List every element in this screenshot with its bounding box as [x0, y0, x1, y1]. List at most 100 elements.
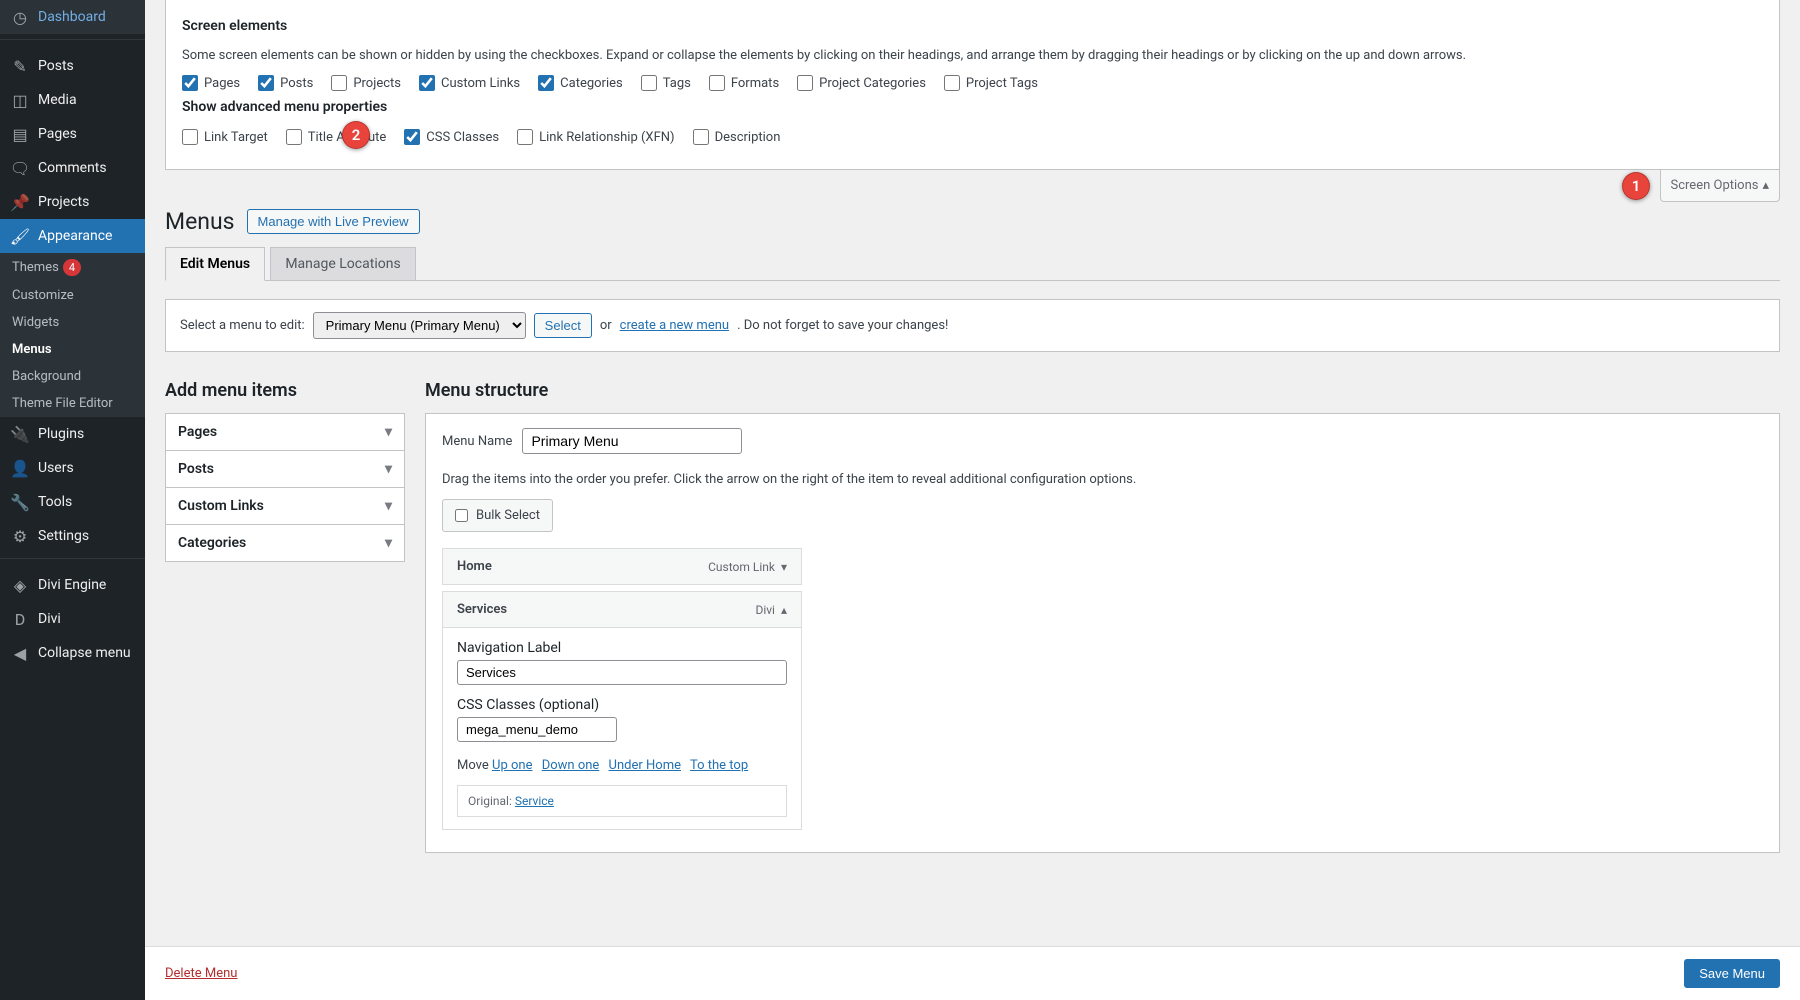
checkbox-css-classes[interactable]: CSS Classes [404, 129, 499, 145]
sidebar-item-projects[interactable]: 📌Projects [0, 185, 145, 219]
menu-select-dropdown[interactable]: Primary Menu (Primary Menu) [313, 312, 526, 339]
sidebar-item-pages[interactable]: ▤Pages [0, 117, 145, 151]
advanced-properties-checkboxes: 2 Link TargetTitle AttributeCSS ClassesL… [182, 129, 1763, 145]
sidebar-item-appearance[interactable]: 🖌Appearance [0, 219, 145, 253]
create-suffix-text: . Do not forget to save your changes! [737, 318, 948, 333]
submenu-background[interactable]: Background [0, 363, 145, 390]
sidebar-item-divi-engine[interactable]: ◈Divi Engine [0, 568, 145, 602]
move-to-top-link[interactable]: To the top [690, 758, 748, 773]
checkbox-input[interactable] [517, 129, 533, 145]
checkbox-input[interactable] [331, 75, 347, 91]
sidebar-item-media[interactable]: ◫Media [0, 83, 145, 117]
checkbox-description[interactable]: Description [693, 129, 781, 145]
sidebar-item-settings[interactable]: ⚙Settings [0, 519, 145, 553]
menu-item-services[interactable]: Services Divi▴ Navigation Label CSS Clas… [442, 591, 802, 830]
screen-elements-description: Some screen elements can be shown or hid… [182, 48, 1763, 63]
accordion-head[interactable]: Custom Links▾ [166, 488, 404, 524]
sidebar-item-comments[interactable]: 🗨Comments [0, 151, 145, 185]
submenu-customize[interactable]: Customize [0, 282, 145, 309]
checkbox-input[interactable] [944, 75, 960, 91]
sidebar-item-dashboard[interactable]: ◷Dashboard [0, 0, 145, 34]
tab-manage-locations[interactable]: Manage Locations [270, 247, 415, 280]
create-new-menu-link[interactable]: create a new menu [620, 318, 729, 333]
submenu-theme-file-editor[interactable]: Theme File Editor [0, 390, 145, 417]
checkbox-label: Posts [280, 76, 313, 91]
submenu-menus[interactable]: Menus [0, 336, 145, 363]
sidebar-item-posts[interactable]: ✎Posts [0, 49, 145, 83]
checkbox-input[interactable] [182, 129, 198, 145]
move-down-one-link[interactable]: Down one [542, 758, 600, 773]
checkbox-input[interactable] [797, 75, 813, 91]
checkbox-input[interactable] [641, 75, 657, 91]
sidebar-item-collapse[interactable]: ◀Collapse menu [0, 636, 145, 670]
submenu-themes[interactable]: Themes4 [0, 253, 145, 282]
accordion-head[interactable]: Posts▾ [166, 451, 404, 487]
menu-item-head[interactable]: Services Divi▴ [443, 592, 801, 627]
accordion-posts[interactable]: Posts▾ [165, 450, 405, 488]
nav-tabs: Edit Menus Manage Locations [165, 247, 1780, 281]
navigation-label-label: Navigation Label [457, 640, 787, 656]
checkbox-categories[interactable]: Categories [538, 75, 623, 91]
checkbox-label: Custom Links [441, 76, 520, 91]
accordion-head[interactable]: Categories▾ [166, 525, 404, 561]
menu-item-home[interactable]: Home Custom Link▾ [442, 548, 802, 585]
sidebar-item-users[interactable]: 👤Users [0, 451, 145, 485]
checkbox-formats[interactable]: Formats [709, 75, 779, 91]
delete-menu-link[interactable]: Delete Menu [165, 966, 237, 981]
accordion-pages[interactable]: Pages▾ [165, 413, 405, 451]
sidebar-separator [0, 39, 145, 44]
checkbox-input[interactable] [709, 75, 725, 91]
sidebar-item-plugins[interactable]: 🔌Plugins [0, 417, 145, 451]
css-classes-input[interactable] [457, 717, 617, 742]
sidebar-item-tools[interactable]: 🔧Tools [0, 485, 145, 519]
navigation-label-input[interactable] [457, 660, 787, 685]
menu-name-input[interactable] [522, 428, 742, 454]
accordion-categories[interactable]: Categories▾ [165, 524, 405, 562]
move-up-one-link[interactable]: Up one [492, 758, 532, 773]
move-row: Move Up one Down one Under Home To the t… [457, 758, 787, 773]
checkbox-input[interactable] [538, 75, 554, 91]
menu-name-label: Menu Name [442, 434, 512, 449]
accordion-head[interactable]: Pages▾ [166, 414, 404, 450]
sidebar-item-divi[interactable]: DDivi [0, 602, 145, 636]
sidebar-item-label: Users [38, 460, 74, 476]
checkbox-input[interactable] [404, 129, 420, 145]
checkbox-link-relationship-xfn-[interactable]: Link Relationship (XFN) [517, 129, 674, 145]
checkbox-label: Tags [663, 76, 691, 91]
checkbox-title-attribute[interactable]: Title Attribute [286, 129, 387, 145]
advanced-properties-heading: Show advanced menu properties [182, 99, 1763, 115]
page-title-row: Menus Manage with Live Preview [165, 208, 1780, 235]
checkbox-link-target[interactable]: Link Target [182, 129, 268, 145]
save-menu-button[interactable]: Save Menu [1684, 959, 1780, 988]
checkbox-projects[interactable]: Projects [331, 75, 401, 91]
checkbox-input[interactable] [286, 129, 302, 145]
bulk-select-checkbox[interactable] [455, 509, 468, 522]
select-button[interactable]: Select [534, 313, 592, 338]
tab-edit-menus[interactable]: Edit Menus [165, 247, 265, 281]
checkbox-label: Link Target [204, 130, 268, 145]
sidebar-item-label: Pages [38, 126, 77, 142]
manage-live-preview-button[interactable]: Manage with Live Preview [247, 209, 420, 234]
menu-columns: Add menu items Pages▾Posts▾Custom Links▾… [165, 380, 1780, 853]
checkbox-label: Pages [204, 76, 240, 91]
checkbox-input[interactable] [419, 75, 435, 91]
submenu-widgets[interactable]: Widgets [0, 309, 145, 336]
checkbox-label: Project Tags [966, 76, 1038, 91]
checkbox-pages[interactable]: Pages [182, 75, 240, 91]
checkbox-posts[interactable]: Posts [258, 75, 313, 91]
sidebar-item-label: Divi [38, 611, 61, 627]
checkbox-custom-links[interactable]: Custom Links [419, 75, 520, 91]
checkbox-project-categories[interactable]: Project Categories [797, 75, 926, 91]
original-link[interactable]: Service [515, 794, 554, 808]
screen-options-toggle[interactable]: Screen Options ▴ [1660, 170, 1781, 202]
accordion-custom-links[interactable]: Custom Links▾ [165, 487, 405, 525]
menu-item-head[interactable]: Home Custom Link▾ [443, 549, 801, 584]
checkbox-input[interactable] [693, 129, 709, 145]
checkbox-input[interactable] [258, 75, 274, 91]
checkbox-tags[interactable]: Tags [641, 75, 691, 91]
checkbox-project-tags[interactable]: Project Tags [944, 75, 1038, 91]
add-menu-items-heading: Add menu items [165, 380, 405, 401]
bulk-select-toggle[interactable]: Bulk Select [442, 499, 553, 532]
move-under-home-link[interactable]: Under Home [609, 758, 681, 773]
checkbox-input[interactable] [182, 75, 198, 91]
